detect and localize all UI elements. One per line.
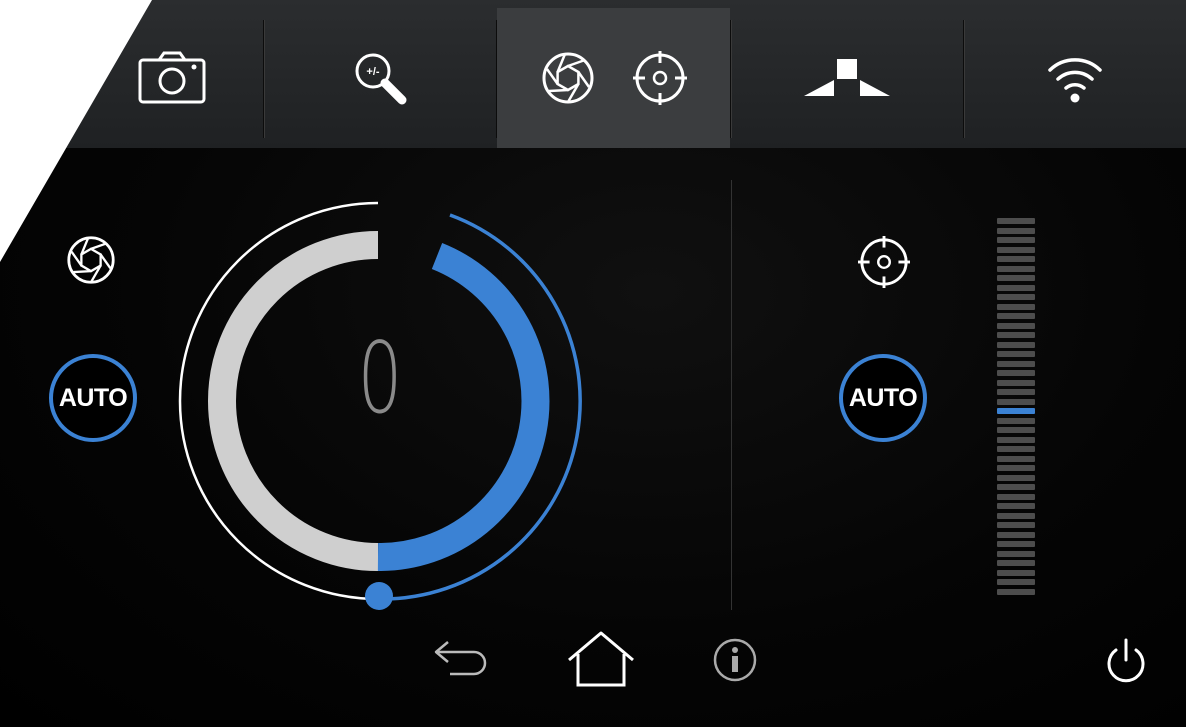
focus-scale-tick [997,550,1035,557]
focus-scale-tick [997,522,1035,528]
focus-scale-tick [997,246,1035,253]
iris-auto-button[interactable]: AUTO [49,354,137,442]
iris-value: 0 [357,322,403,436]
focus-scale-tick [997,474,1035,481]
focus-scale-tick [997,351,1035,357]
focus-scale-tick [997,484,1035,490]
focus-scale-tick [997,379,1035,386]
home-icon[interactable] [566,630,636,693]
panel-divider [731,180,732,610]
tab-position[interactable] [731,8,963,148]
focus-scale-tick [997,398,1035,405]
power-icon[interactable] [1104,638,1148,689]
focus-scale-tick [997,284,1035,291]
focus-scale-tick [997,560,1035,566]
focus-scale-tick [997,436,1035,443]
dial-knob[interactable] [365,582,393,610]
control-screen: +/- AUTO 0 AUTO [0,0,1186,727]
focus-target-icon [632,51,687,105]
focus-scale-tick [997,417,1035,424]
focus-scale-tick [997,275,1035,281]
tilt-position-icon [804,58,890,98]
focus-scale-tick [997,303,1035,310]
focus-scale-tick [997,322,1035,329]
focus-scale-tick [997,332,1035,338]
focus-scale-tick [997,227,1035,234]
tab-zoom[interactable]: +/- [264,8,496,148]
tab-aperture-focus[interactable] [497,8,730,148]
zoom-plus-minus-icon: +/- [352,50,408,106]
focus-scale-tick [997,569,1035,576]
aperture-icon [66,235,116,285]
camera-icon [137,51,207,105]
focus-target-icon [858,236,910,288]
focus-scale-tick [997,341,1035,348]
focus-scale-tick [997,265,1035,272]
focus-scale-tick [997,237,1035,243]
focus-scale-tick [997,360,1035,367]
info-icon[interactable] [712,637,758,688]
focus-scale-tick-active [997,408,1035,414]
top-toolbar: +/- [0,0,1186,148]
wifi-icon [1047,53,1103,103]
focus-auto-button[interactable]: AUTO [839,354,927,442]
tab-wifi[interactable] [964,8,1186,148]
focus-scale-tick [997,493,1035,500]
focus-scale-tick [997,370,1035,376]
zoom-label: +/- [366,66,379,78]
focus-scale-tick [997,256,1035,262]
focus-scale-tick [997,579,1035,585]
focus-scale-tick [997,218,1035,224]
focus-scale-tick [997,294,1035,300]
focus-scale-tick [997,541,1035,547]
focus-scale-tick [997,446,1035,452]
focus-scale[interactable] [997,218,1037,598]
focus-scale-tick [997,512,1035,519]
focus-scale-tick [997,503,1035,509]
focus-scale-tick [997,427,1035,433]
focus-scale-tick [997,313,1035,319]
focus-scale-tick [997,455,1035,462]
tab-camera[interactable] [80,8,263,148]
focus-scale-tick [997,531,1035,538]
focus-scale-tick [997,465,1035,471]
focus-scale-tick [997,389,1035,395]
focus-scale-tick [997,588,1035,595]
aperture-icon [541,51,595,105]
back-icon[interactable] [434,638,494,683]
